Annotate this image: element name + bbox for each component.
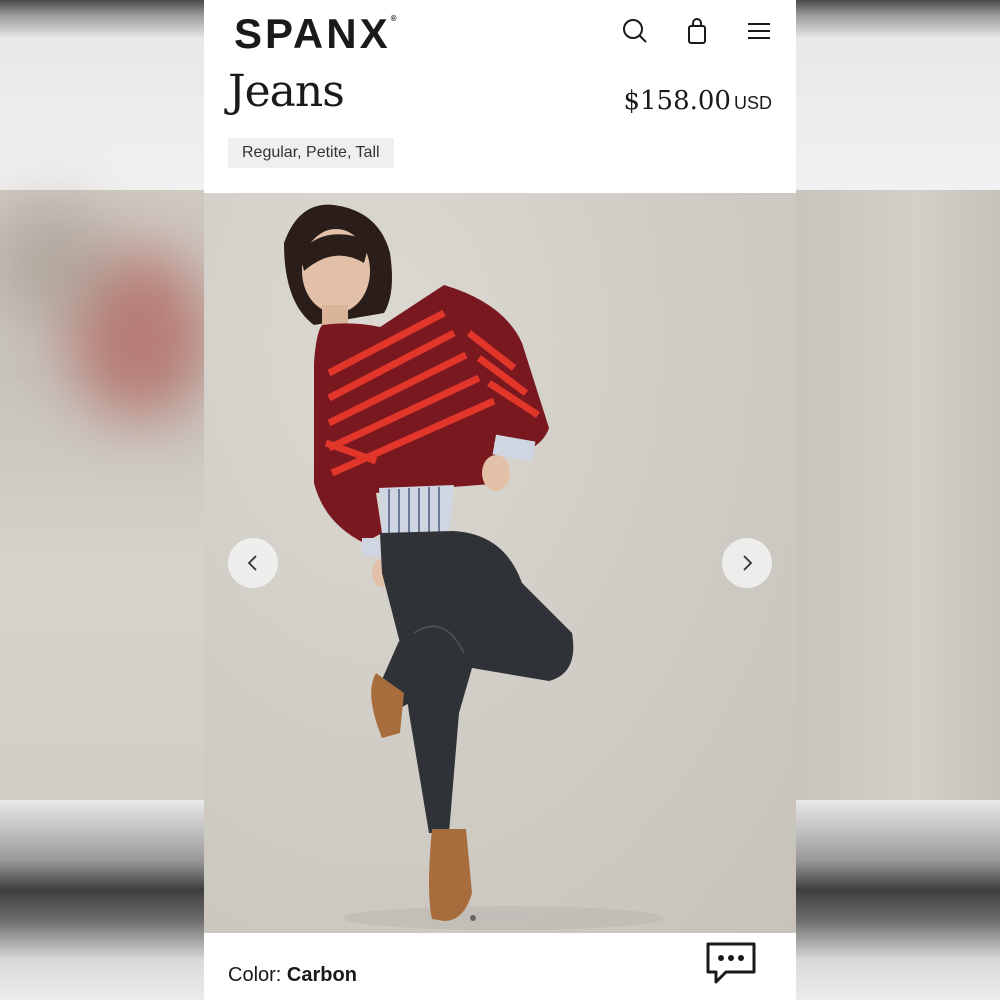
chat-icon: [706, 942, 756, 984]
backdrop-right: [796, 0, 1000, 1000]
carousel-dot[interactable]: [470, 915, 476, 921]
site-header: SPANX®: [204, 0, 796, 62]
product-photo: [284, 204, 664, 930]
previous-slide-button[interactable]: [228, 538, 278, 588]
brand-logo[interactable]: SPANX®: [234, 10, 397, 58]
color-value: Carbon: [286, 964, 357, 986]
product-price: $158.00 USD: [623, 86, 772, 116]
color-selection-label: Color: Carbon: [228, 964, 357, 987]
search-icon[interactable]: [618, 14, 652, 48]
menu-icon[interactable]: [742, 14, 776, 48]
bag-icon[interactable]: [680, 14, 714, 48]
color-label: Color:: [228, 964, 282, 986]
chat-button[interactable]: [704, 940, 758, 988]
carousel-dot[interactable]: [518, 915, 524, 921]
carousel-dot[interactable]: [482, 915, 488, 921]
product-page: SPANX® Jeans $158.00 USD Regular, Petite,…: [204, 0, 796, 1000]
chevron-right-icon: [743, 555, 753, 571]
product-image-carousel[interactable]: [204, 193, 796, 933]
chevron-left-icon: [247, 555, 257, 571]
next-slide-button[interactable]: [722, 538, 772, 588]
backdrop-left: [0, 0, 204, 1000]
carousel-dot[interactable]: [506, 915, 512, 921]
product-title: Jeans: [228, 66, 345, 117]
carousel-dots: [470, 915, 524, 921]
carousel-dot[interactable]: [494, 915, 500, 921]
size-range-badge: Regular, Petite, Tall: [228, 138, 394, 168]
